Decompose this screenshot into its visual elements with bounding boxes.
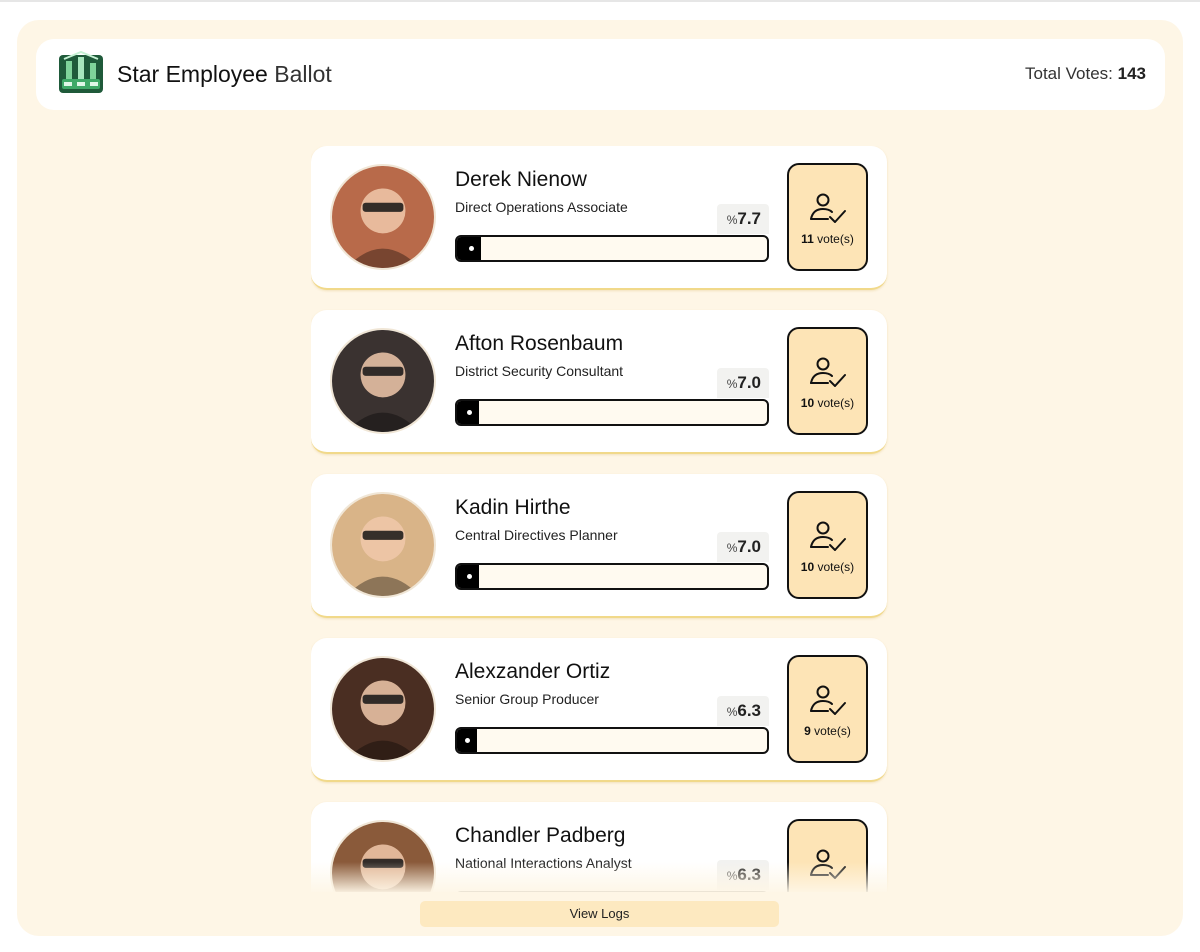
vote-count: 9 vote(s): [789, 724, 866, 738]
user-check-icon: [810, 193, 846, 223]
candidate-name: Kadin Hirthe: [455, 496, 571, 519]
vote-count: 11 vote(s): [789, 232, 866, 246]
candidate-card: Afton Rosenbaum District Security Consult…: [311, 310, 887, 454]
vote-count: 10 vote(s): [789, 560, 866, 574]
vote-count: 10 vote(s): [789, 396, 866, 410]
vote-count-value: 10: [800, 560, 815, 574]
vote-count-suffix: vote(s): [817, 396, 855, 410]
percent-value: 6.3: [737, 701, 761, 720]
candidate-role: Senior Group Producer: [455, 691, 599, 707]
vote-count-value: 9: [804, 724, 811, 738]
total-votes: Total Votes: 143: [1025, 63, 1146, 85]
vote-button[interactable]: 9 vote(s): [787, 655, 868, 763]
progress-dot: [467, 410, 472, 415]
vote-button[interactable]: 11 vote(s): [787, 163, 868, 271]
header-bar: Star Employee Ballot Total Votes: 143: [36, 39, 1165, 110]
page-title: Star Employee Ballot: [117, 59, 332, 89]
percent-badge: %7.7: [717, 204, 769, 234]
vote-count-value: 10: [800, 396, 815, 410]
title-main: Star Employee: [117, 61, 268, 87]
candidate-role: Direct Operations Associate: [455, 199, 628, 215]
percent-symbol: %: [726, 213, 738, 227]
candidate-name: Chandler Padberg: [455, 824, 626, 847]
total-votes-label: Total Votes:: [1025, 64, 1113, 83]
avatar: [330, 656, 436, 762]
vote-count-suffix: vote(s): [814, 724, 851, 738]
percent-symbol: %: [726, 377, 738, 391]
vote-progress-bar: [455, 399, 769, 426]
top-border: [0, 0, 1200, 2]
total-votes-value: 143: [1117, 64, 1146, 83]
candidate-name: Alexzander Ortiz: [455, 660, 611, 683]
avatar: [330, 328, 436, 434]
progress-dot: [465, 738, 470, 743]
percent-value: 7.0: [737, 537, 761, 556]
percent-badge: %6.3: [717, 696, 769, 726]
user-check-icon: [810, 685, 846, 715]
vote-count-suffix: vote(s): [817, 560, 855, 574]
candidate-role: Central Directives Planner: [455, 527, 618, 543]
percent-symbol: %: [726, 705, 738, 719]
vote-button[interactable]: 10 vote(s): [787, 327, 868, 435]
percent-symbol: %: [726, 541, 738, 555]
progress-dot: [469, 246, 474, 251]
avatar: [330, 492, 436, 598]
candidate-card: Derek Nienow Direct Operations Associate%…: [311, 146, 887, 290]
vote-button[interactable]: 10 vote(s): [787, 491, 868, 599]
percent-badge: %7.0: [717, 368, 769, 398]
user-check-icon: [810, 521, 846, 551]
vote-progress-bar: [455, 235, 769, 262]
vote-progress-bar: [455, 727, 769, 754]
avatar: [330, 164, 436, 270]
candidate-name: Derek Nienow: [455, 168, 587, 191]
vote-count-value: 11: [801, 232, 814, 246]
candidate-name: Afton Rosenbaum: [455, 332, 624, 355]
user-check-icon: [810, 357, 846, 387]
progress-dot: [467, 574, 472, 579]
app-container: Star Employee Ballot Total Votes: 143 De…: [17, 20, 1183, 936]
candidate-card: Alexzander Ortiz Senior Group Producer %6.…: [311, 638, 887, 782]
list-fade-overlay: [311, 862, 889, 894]
vote-progress-bar: [455, 563, 769, 590]
vote-count-suffix: vote(s): [817, 232, 854, 246]
candidate-card: Kadin Hirthe Central Directives Planner %7…: [311, 474, 887, 618]
percent-value: 7.0: [737, 373, 761, 392]
percent-value: 7.7: [737, 209, 761, 228]
view-logs-button[interactable]: View Logs: [420, 901, 779, 927]
ballot-logo-icon: [58, 49, 104, 95]
candidate-list[interactable]: Derek Nienow Direct Operations Associate%…: [311, 146, 889, 892]
percent-badge: %7.0: [717, 532, 769, 562]
candidate-role: District Security Consultant: [455, 363, 624, 379]
title-sub: Ballot: [274, 61, 332, 87]
